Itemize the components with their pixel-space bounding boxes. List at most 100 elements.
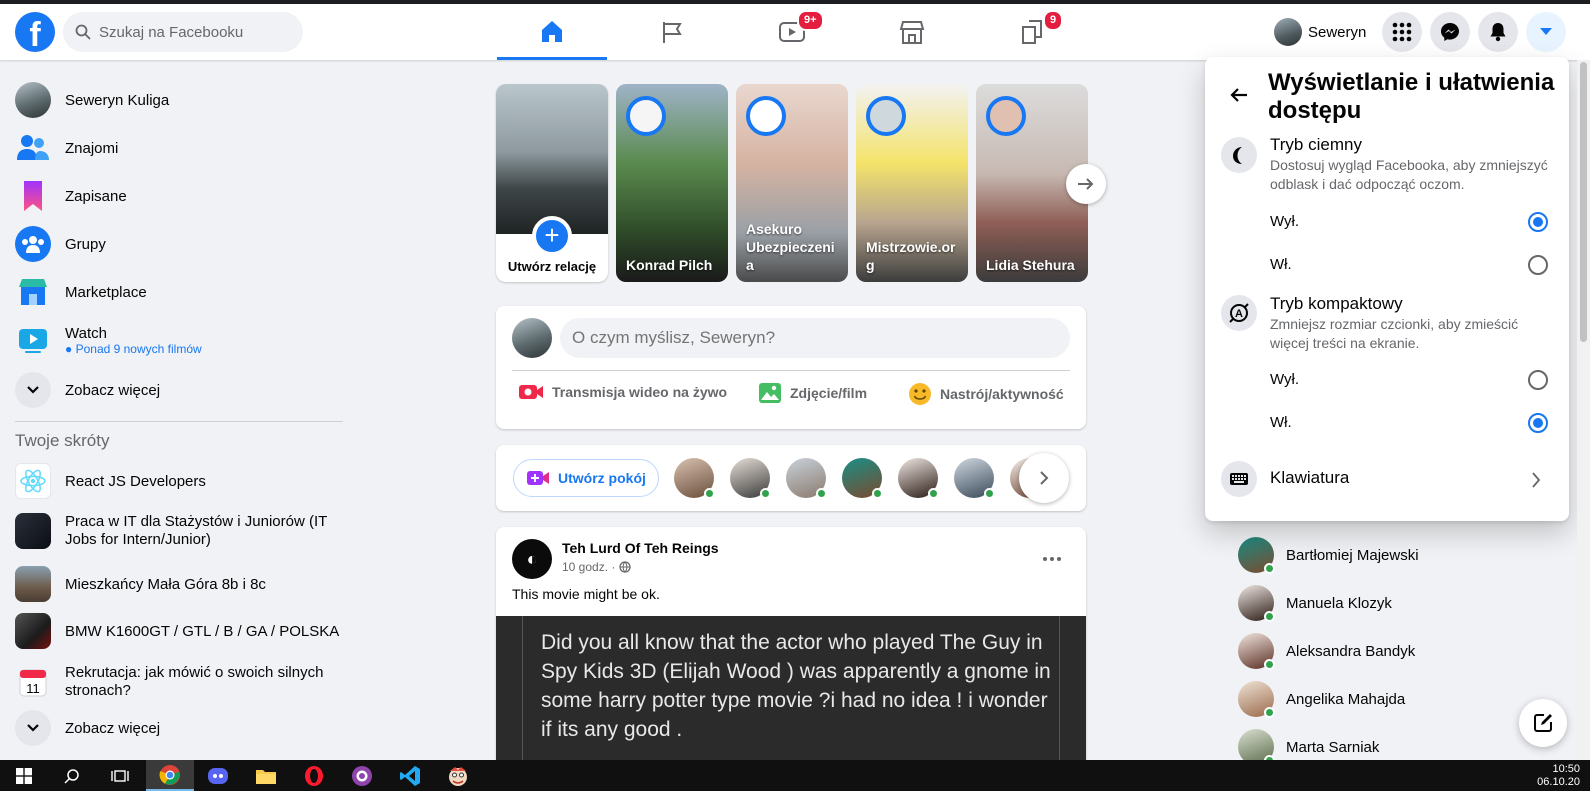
shortcut-mala-gora[interactable]: Mieszkańcy Mała Góra 8b i 8c	[15, 562, 345, 606]
sidebar-item-groups[interactable]: Grupy	[15, 222, 345, 266]
watch-badge: 9+	[797, 10, 824, 31]
shortcut-bmw[interactable]: BMW K1600GT / GTL / B / GA / POLSKA	[15, 609, 345, 653]
tab-pages[interactable]	[617, 4, 727, 60]
post-author[interactable]: Teh Lurd Of Teh Reings	[562, 540, 719, 556]
sidebar-item-friends[interactable]: Znajomi	[15, 126, 345, 170]
gaming-badge: 9	[1043, 10, 1064, 31]
story-card[interactable]: Konrad Pilch	[616, 84, 728, 282]
tab-gaming[interactable]: 9	[977, 4, 1087, 60]
avatar[interactable]	[954, 458, 995, 499]
sidebar-item-marketplace[interactable]: Marketplace	[15, 270, 345, 314]
tab-marketplace[interactable]	[857, 4, 967, 60]
contact-item[interactable]: Manuela Klozyk	[1238, 581, 1568, 625]
keyboard-label: Klawiatura	[1270, 468, 1350, 487]
notifications-button[interactable]	[1478, 12, 1518, 52]
profile-chip[interactable]: Seweryn	[1268, 14, 1372, 50]
stories-next-button[interactable]	[1066, 164, 1106, 204]
post-author-avatar[interactable]: ◐	[512, 539, 552, 579]
gaming-icon	[1022, 20, 1042, 44]
clock-date: 06.10.20	[1537, 776, 1580, 788]
composer-input[interactable]	[560, 318, 1070, 358]
tab-watch[interactable]: 9+	[737, 4, 847, 60]
compact-on-radio[interactable]	[1528, 413, 1548, 433]
messenger-button[interactable]	[1430, 12, 1470, 52]
shortcut-react[interactable]: React JS Developers	[15, 459, 345, 503]
create-room-button[interactable]: Utwórz pokój	[513, 459, 659, 497]
see-more-button[interactable]: Zobacz więcej	[15, 368, 345, 412]
task-view-button[interactable]	[96, 760, 144, 791]
taskbar-app[interactable]	[434, 760, 482, 791]
dark-mode-on-label: Wł.	[1270, 256, 1292, 273]
avatar[interactable]	[842, 458, 883, 499]
shortcut-label: Praca w IT dla Stażystów i Juniorów (IT …	[65, 513, 328, 548]
panel-title: Wyświetlanie i ułatwienia dostępu	[1268, 69, 1555, 124]
search-box[interactable]	[63, 12, 303, 52]
back-button[interactable]	[1221, 77, 1257, 113]
avatar[interactable]	[898, 458, 939, 499]
avatar[interactable]	[674, 458, 715, 499]
avatar[interactable]	[730, 458, 771, 499]
taskbar-chrome[interactable]	[146, 760, 194, 791]
account-button[interactable]	[1526, 12, 1566, 52]
taskbar-discord[interactable]	[194, 760, 242, 791]
search-icon	[75, 24, 91, 40]
compact-off-radio[interactable]	[1528, 370, 1548, 390]
sidebar-item-label: Watch	[65, 324, 107, 342]
contact-item[interactable]: Aleksandra Bandyk	[1238, 629, 1568, 673]
post-options-button[interactable]	[1034, 541, 1070, 577]
react-icon	[15, 463, 51, 499]
taskbar-opera[interactable]	[290, 760, 338, 791]
sidebar-item-profile[interactable]: Seweryn Kuliga	[15, 78, 345, 122]
feeling-button[interactable]: Nastrój/aktywność	[908, 382, 1064, 406]
sidebar-item-label: Zapisane	[65, 187, 127, 205]
shortcut-rekrutacja[interactable]: 11 Rekrutacja: jak mówić o swoich silnyc…	[15, 656, 345, 708]
story-card[interactable]: Mistrzowie.or g	[856, 84, 968, 282]
taskbar-file-explorer[interactable]	[242, 760, 290, 791]
github-icon	[352, 765, 372, 786]
see-more-shortcuts-button[interactable]: Zobacz więcej	[15, 706, 345, 750]
arrow-right-icon	[1078, 178, 1094, 190]
contact-item[interactable]: Bartłomiej Majewski	[1238, 533, 1568, 577]
facebook-logo[interactable]: f	[15, 12, 55, 52]
sidebar-item-watch[interactable]: Watch ● Ponad 9 nowych filmów	[15, 316, 345, 364]
vscode-icon	[400, 765, 420, 786]
post-time[interactable]: 10 godz. ·	[562, 560, 615, 574]
clock-time: 10:50	[1552, 763, 1580, 775]
sidebar-item-saved[interactable]: Zapisane	[15, 174, 345, 218]
compose-icon	[1534, 714, 1552, 732]
folder-icon	[256, 769, 276, 784]
story-card[interactable]: Asekuro Ubezpieczeni a	[736, 84, 848, 282]
post-image[interactable]: Did you all know that the actor who play…	[496, 616, 1086, 767]
create-story-card[interactable]: + Utwórz relację	[496, 84, 608, 282]
new-message-button[interactable]	[1519, 699, 1567, 747]
windows-icon	[16, 767, 32, 784]
scrollbar-thumb[interactable]	[1580, 62, 1587, 342]
online-indicator	[704, 488, 715, 499]
menu-button[interactable]	[1382, 12, 1422, 52]
dark-mode-on-radio[interactable]	[1528, 255, 1548, 275]
taskbar-search-button[interactable]	[48, 760, 96, 791]
search-icon	[64, 768, 79, 784]
photo-video-button[interactable]: Zdjęcie/film	[758, 382, 867, 404]
shortcuts-title: Twoje skróty	[15, 431, 110, 450]
taskbar-vscode[interactable]	[386, 760, 434, 791]
page-scrollbar[interactable]	[1577, 60, 1590, 760]
top-navbar: f 9+ 9 Seweryn	[0, 4, 1590, 60]
live-video-button[interactable]: Transmisja wideo na żywo	[518, 382, 727, 402]
start-button[interactable]	[0, 760, 48, 791]
shortcut-it-jobs[interactable]: Praca w IT dla Stażystów i Juniorów (IT …	[15, 505, 345, 557]
online-indicator	[816, 488, 827, 499]
chrome-icon	[159, 764, 180, 785]
rooms-next-button[interactable]	[1019, 453, 1069, 503]
system-clock[interactable]: 10:50 06.10.20	[1537, 763, 1580, 789]
taskbar-github-desktop[interactable]	[338, 760, 386, 791]
globe-icon	[619, 561, 632, 573]
search-input[interactable]	[99, 23, 279, 41]
tab-home[interactable]	[497, 4, 607, 60]
svg-text:A: A	[1235, 308, 1243, 320]
dark-mode-off-radio[interactable]	[1528, 212, 1548, 232]
compact-mode-description: Zmniejsz rozmiar czcionki, aby zmieścić …	[1270, 316, 1519, 351]
contact-item[interactable]: Angelika Mahajda	[1238, 677, 1568, 721]
avatar[interactable]	[786, 458, 827, 499]
keyboard-menu-item[interactable]: Klawiatura	[1213, 451, 1561, 507]
